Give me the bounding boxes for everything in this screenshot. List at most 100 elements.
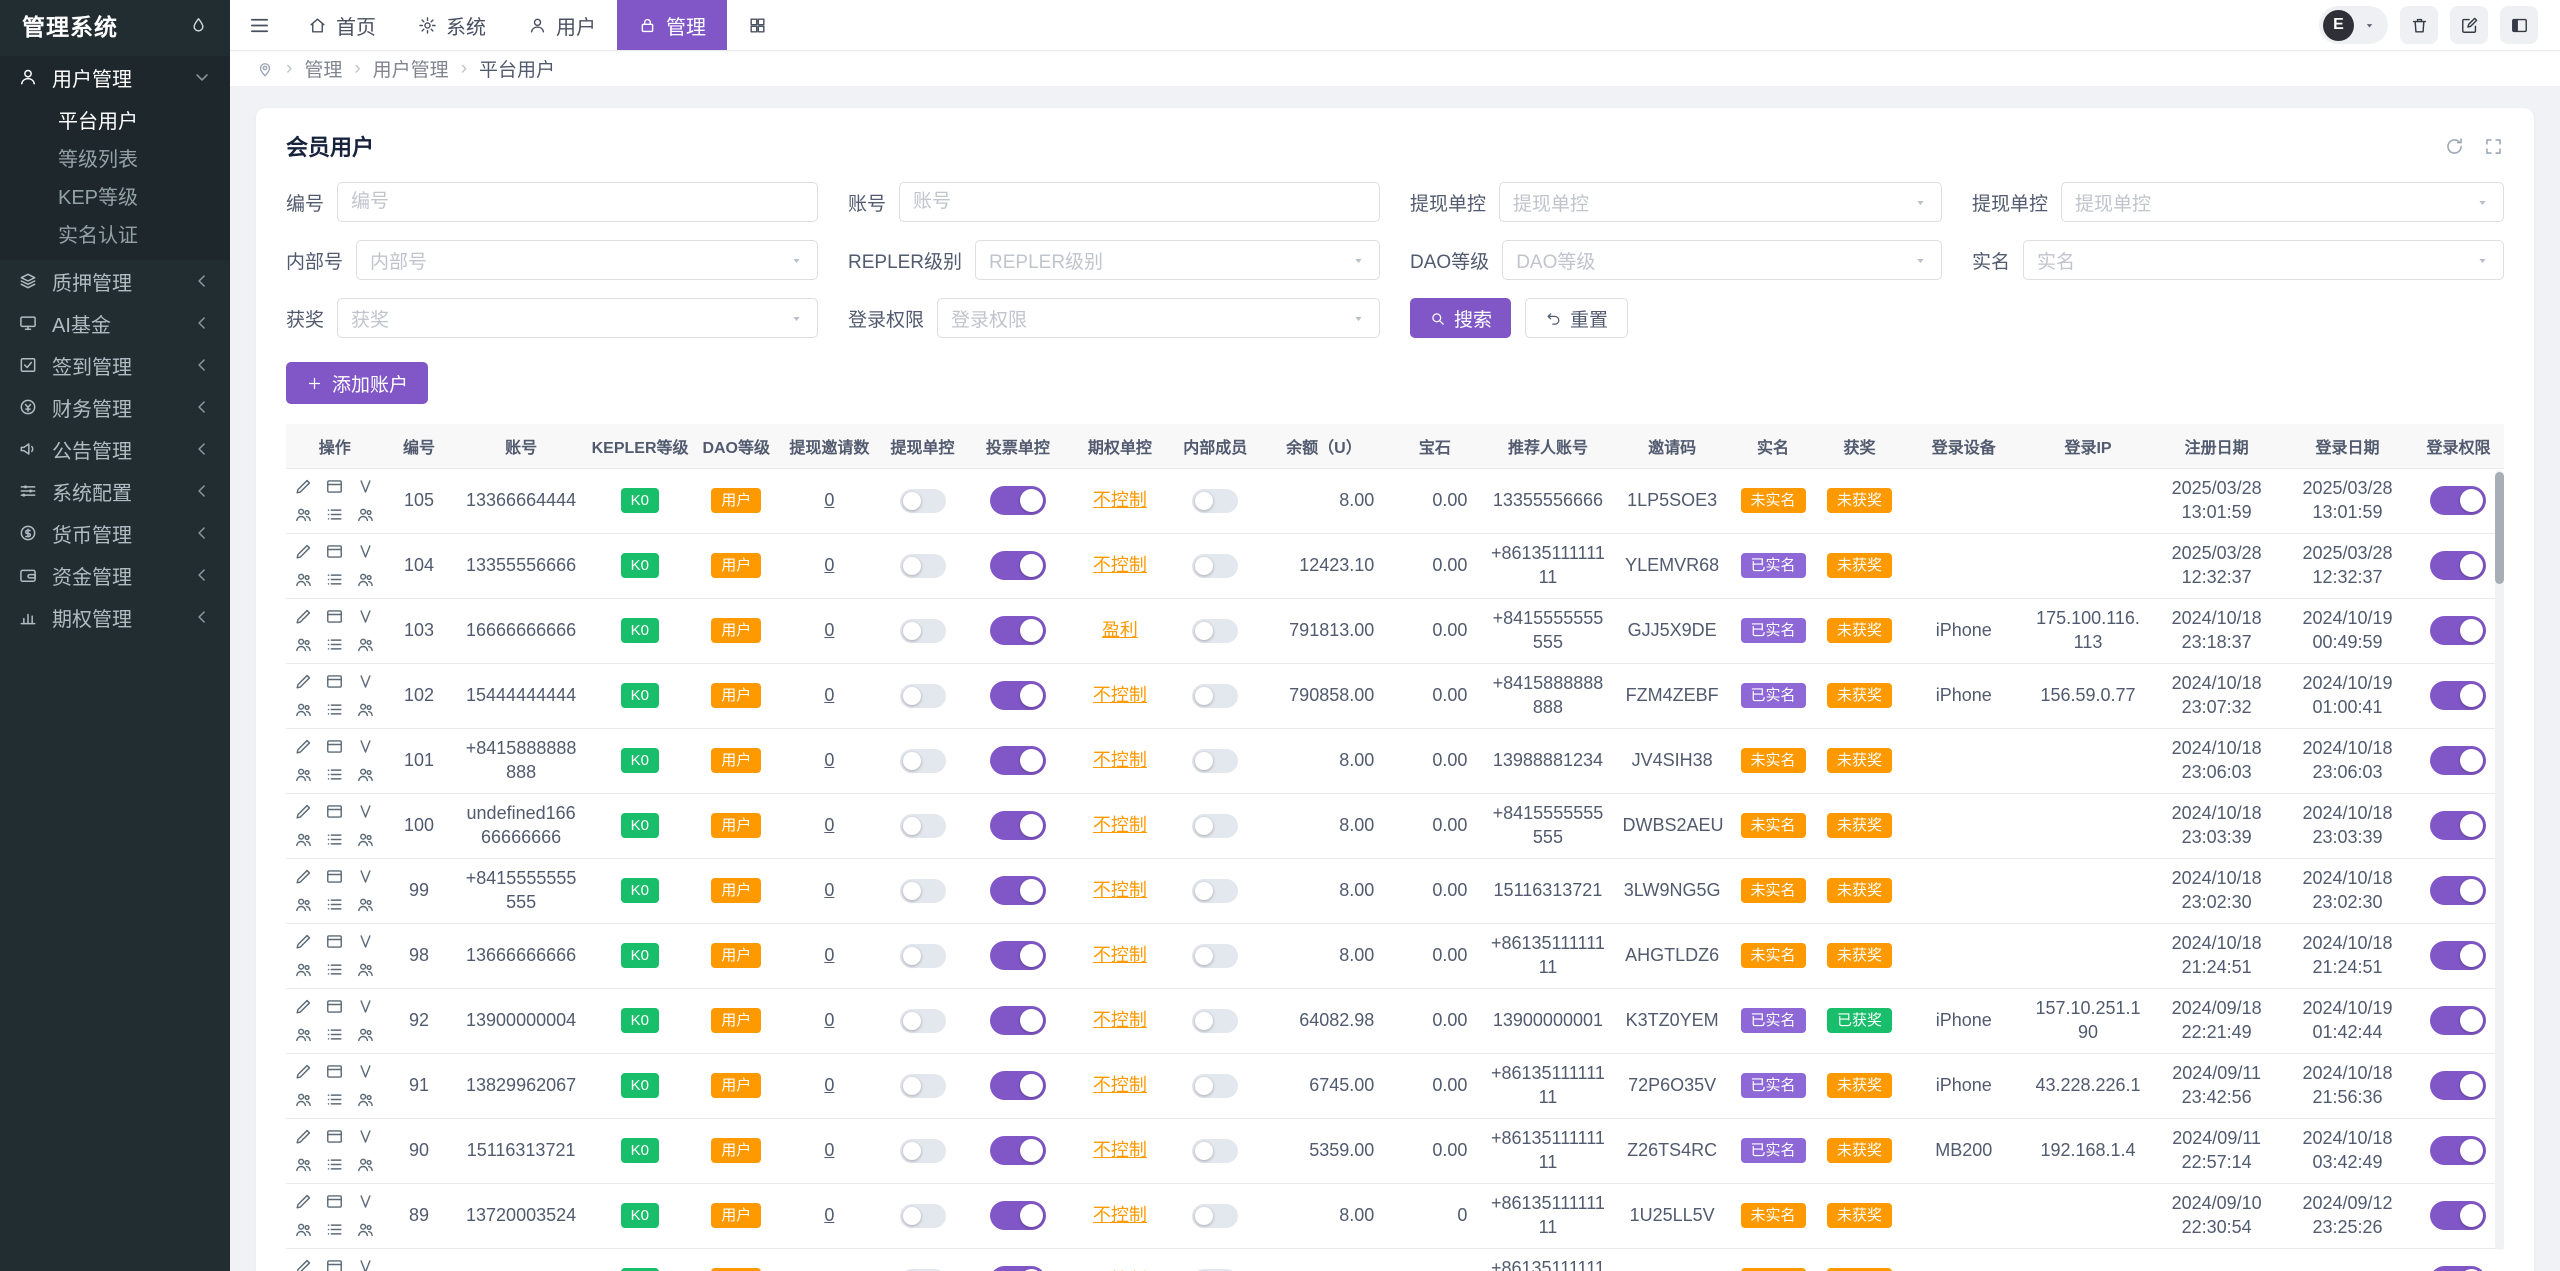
withdraw-control-toggle[interactable]: [899, 683, 946, 708]
edit-icon[interactable]: [294, 1062, 313, 1081]
sidebar-toggle-icon[interactable]: [230, 0, 287, 50]
internal-member-toggle[interactable]: [1192, 813, 1239, 838]
records-icon[interactable]: [325, 765, 344, 784]
internal-member-toggle[interactable]: [1192, 748, 1239, 773]
records-icon[interactable]: [325, 570, 344, 589]
team-icon[interactable]: [294, 960, 313, 979]
withdraw-control-toggle[interactable]: [899, 1008, 946, 1033]
members-icon[interactable]: [356, 1220, 375, 1239]
internal-member-toggle[interactable]: [1192, 1138, 1239, 1163]
edit-icon[interactable]: [294, 802, 313, 821]
option-control-link[interactable]: 不控制: [1093, 815, 1147, 835]
login-permission-toggle[interactable]: [2430, 616, 2487, 645]
option-control-link[interactable]: 不控制: [1093, 1205, 1147, 1225]
records-icon[interactable]: [325, 1220, 344, 1239]
sidebar-item-funds-mgmt[interactable]: 资金管理: [0, 554, 230, 596]
withdraw-invite-count-link[interactable]: 0: [824, 1010, 834, 1030]
withdraw-control-toggle[interactable]: [899, 878, 946, 903]
add-account-button[interactable]: 添加账户: [286, 362, 429, 404]
vote-control-toggle[interactable]: [989, 551, 1046, 580]
edit-icon[interactable]: [294, 1127, 313, 1146]
filter-input-no[interactable]: [337, 182, 818, 222]
vote-control-toggle[interactable]: [989, 1136, 1046, 1165]
verify-icon[interactable]: [356, 997, 375, 1016]
verify-icon[interactable]: [356, 672, 375, 691]
sidebar-subitem-realname-auth[interactable]: 实名认证: [0, 214, 230, 252]
filter-select-realname[interactable]: 实名: [2023, 240, 2504, 280]
withdraw-control-toggle[interactable]: [899, 748, 946, 773]
vote-control-toggle[interactable]: [989, 746, 1046, 775]
reset-button[interactable]: 重置: [1525, 298, 1629, 338]
filter-input-account[interactable]: [899, 182, 1380, 222]
sidebar-item-options-mgmt[interactable]: 期权管理: [0, 596, 230, 638]
withdraw-invite-count-link[interactable]: 0: [824, 880, 834, 900]
option-control-link[interactable]: 不控制: [1093, 880, 1147, 900]
detail-icon[interactable]: [325, 607, 344, 626]
login-permission-toggle[interactable]: [2430, 486, 2487, 515]
records-icon[interactable]: [325, 700, 344, 719]
vote-control-toggle[interactable]: [989, 1266, 1046, 1271]
option-control-link[interactable]: 不控制: [1093, 945, 1147, 965]
login-permission-toggle[interactable]: [2430, 1201, 2487, 1230]
edit-icon[interactable]: [294, 477, 313, 496]
breadcrumb-item[interactable]: 用户管理: [373, 55, 449, 82]
internal-member-toggle[interactable]: [1192, 1008, 1239, 1033]
sidebar-item-finance-mgmt[interactable]: 财务管理: [0, 386, 230, 428]
withdraw-invite-count-link[interactable]: 0: [824, 1205, 834, 1225]
records-icon[interactable]: [325, 830, 344, 849]
trash-button[interactable]: [2400, 6, 2438, 44]
detail-icon[interactable]: [325, 1257, 344, 1271]
nav-tab-home[interactable]: 首页: [287, 0, 397, 50]
withdraw-invite-count-link[interactable]: 0: [824, 620, 834, 640]
withdraw-invite-count-link[interactable]: 0: [824, 685, 834, 705]
withdraw-invite-count-link[interactable]: 0: [824, 1075, 834, 1095]
sidebar-item-currency-mgmt[interactable]: 货币管理: [0, 512, 230, 554]
detail-icon[interactable]: [325, 1062, 344, 1081]
members-icon[interactable]: [356, 1090, 375, 1109]
filter-select-withdraw-control-1[interactable]: 提现单控: [1499, 182, 1942, 222]
verify-icon[interactable]: [356, 477, 375, 496]
verify-icon[interactable]: [356, 607, 375, 626]
team-icon[interactable]: [294, 1090, 313, 1109]
team-icon[interactable]: [294, 895, 313, 914]
internal-member-toggle[interactable]: [1192, 488, 1239, 513]
records-icon[interactable]: [325, 895, 344, 914]
refresh-icon[interactable]: [2444, 136, 2465, 157]
records-icon[interactable]: [325, 1025, 344, 1044]
edit-icon[interactable]: [294, 607, 313, 626]
layout-toggle-button[interactable]: [2500, 6, 2538, 44]
nav-tab-apps[interactable]: [727, 0, 788, 50]
sidebar-item-notice-mgmt[interactable]: 公告管理: [0, 428, 230, 470]
breadcrumb-item[interactable]: 管理: [304, 55, 342, 82]
members-icon[interactable]: [356, 505, 375, 524]
withdraw-invite-count-link[interactable]: 0: [824, 945, 834, 965]
members-icon[interactable]: [356, 765, 375, 784]
verify-icon[interactable]: [356, 1062, 375, 1081]
withdraw-control-toggle[interactable]: [899, 1073, 946, 1098]
members-icon[interactable]: [356, 830, 375, 849]
detail-icon[interactable]: [325, 1127, 344, 1146]
members-icon[interactable]: [356, 960, 375, 979]
records-icon[interactable]: [325, 1090, 344, 1109]
records-icon[interactable]: [325, 960, 344, 979]
verify-icon[interactable]: [356, 737, 375, 756]
members-icon[interactable]: [356, 570, 375, 589]
search-button[interactable]: 搜索: [1410, 298, 1512, 338]
sidebar-subitem-platform-users[interactable]: 平台用户: [0, 100, 230, 138]
withdraw-control-toggle[interactable]: [899, 1138, 946, 1163]
withdraw-control-toggle[interactable]: [899, 618, 946, 643]
verify-icon[interactable]: [356, 1192, 375, 1211]
internal-member-toggle[interactable]: [1192, 878, 1239, 903]
members-icon[interactable]: [356, 1155, 375, 1174]
vote-control-toggle[interactable]: [989, 941, 1046, 970]
vote-control-toggle[interactable]: [989, 811, 1046, 840]
edit-icon[interactable]: [294, 672, 313, 691]
withdraw-invite-count-link[interactable]: 0: [824, 750, 834, 770]
members-icon[interactable]: [356, 635, 375, 654]
nav-tab-system[interactable]: 系统: [397, 0, 507, 50]
records-icon[interactable]: [325, 1155, 344, 1174]
team-icon[interactable]: [294, 570, 313, 589]
breadcrumb-item[interactable]: 平台用户: [479, 55, 555, 82]
team-icon[interactable]: [294, 700, 313, 719]
internal-member-toggle[interactable]: [1192, 1073, 1239, 1098]
